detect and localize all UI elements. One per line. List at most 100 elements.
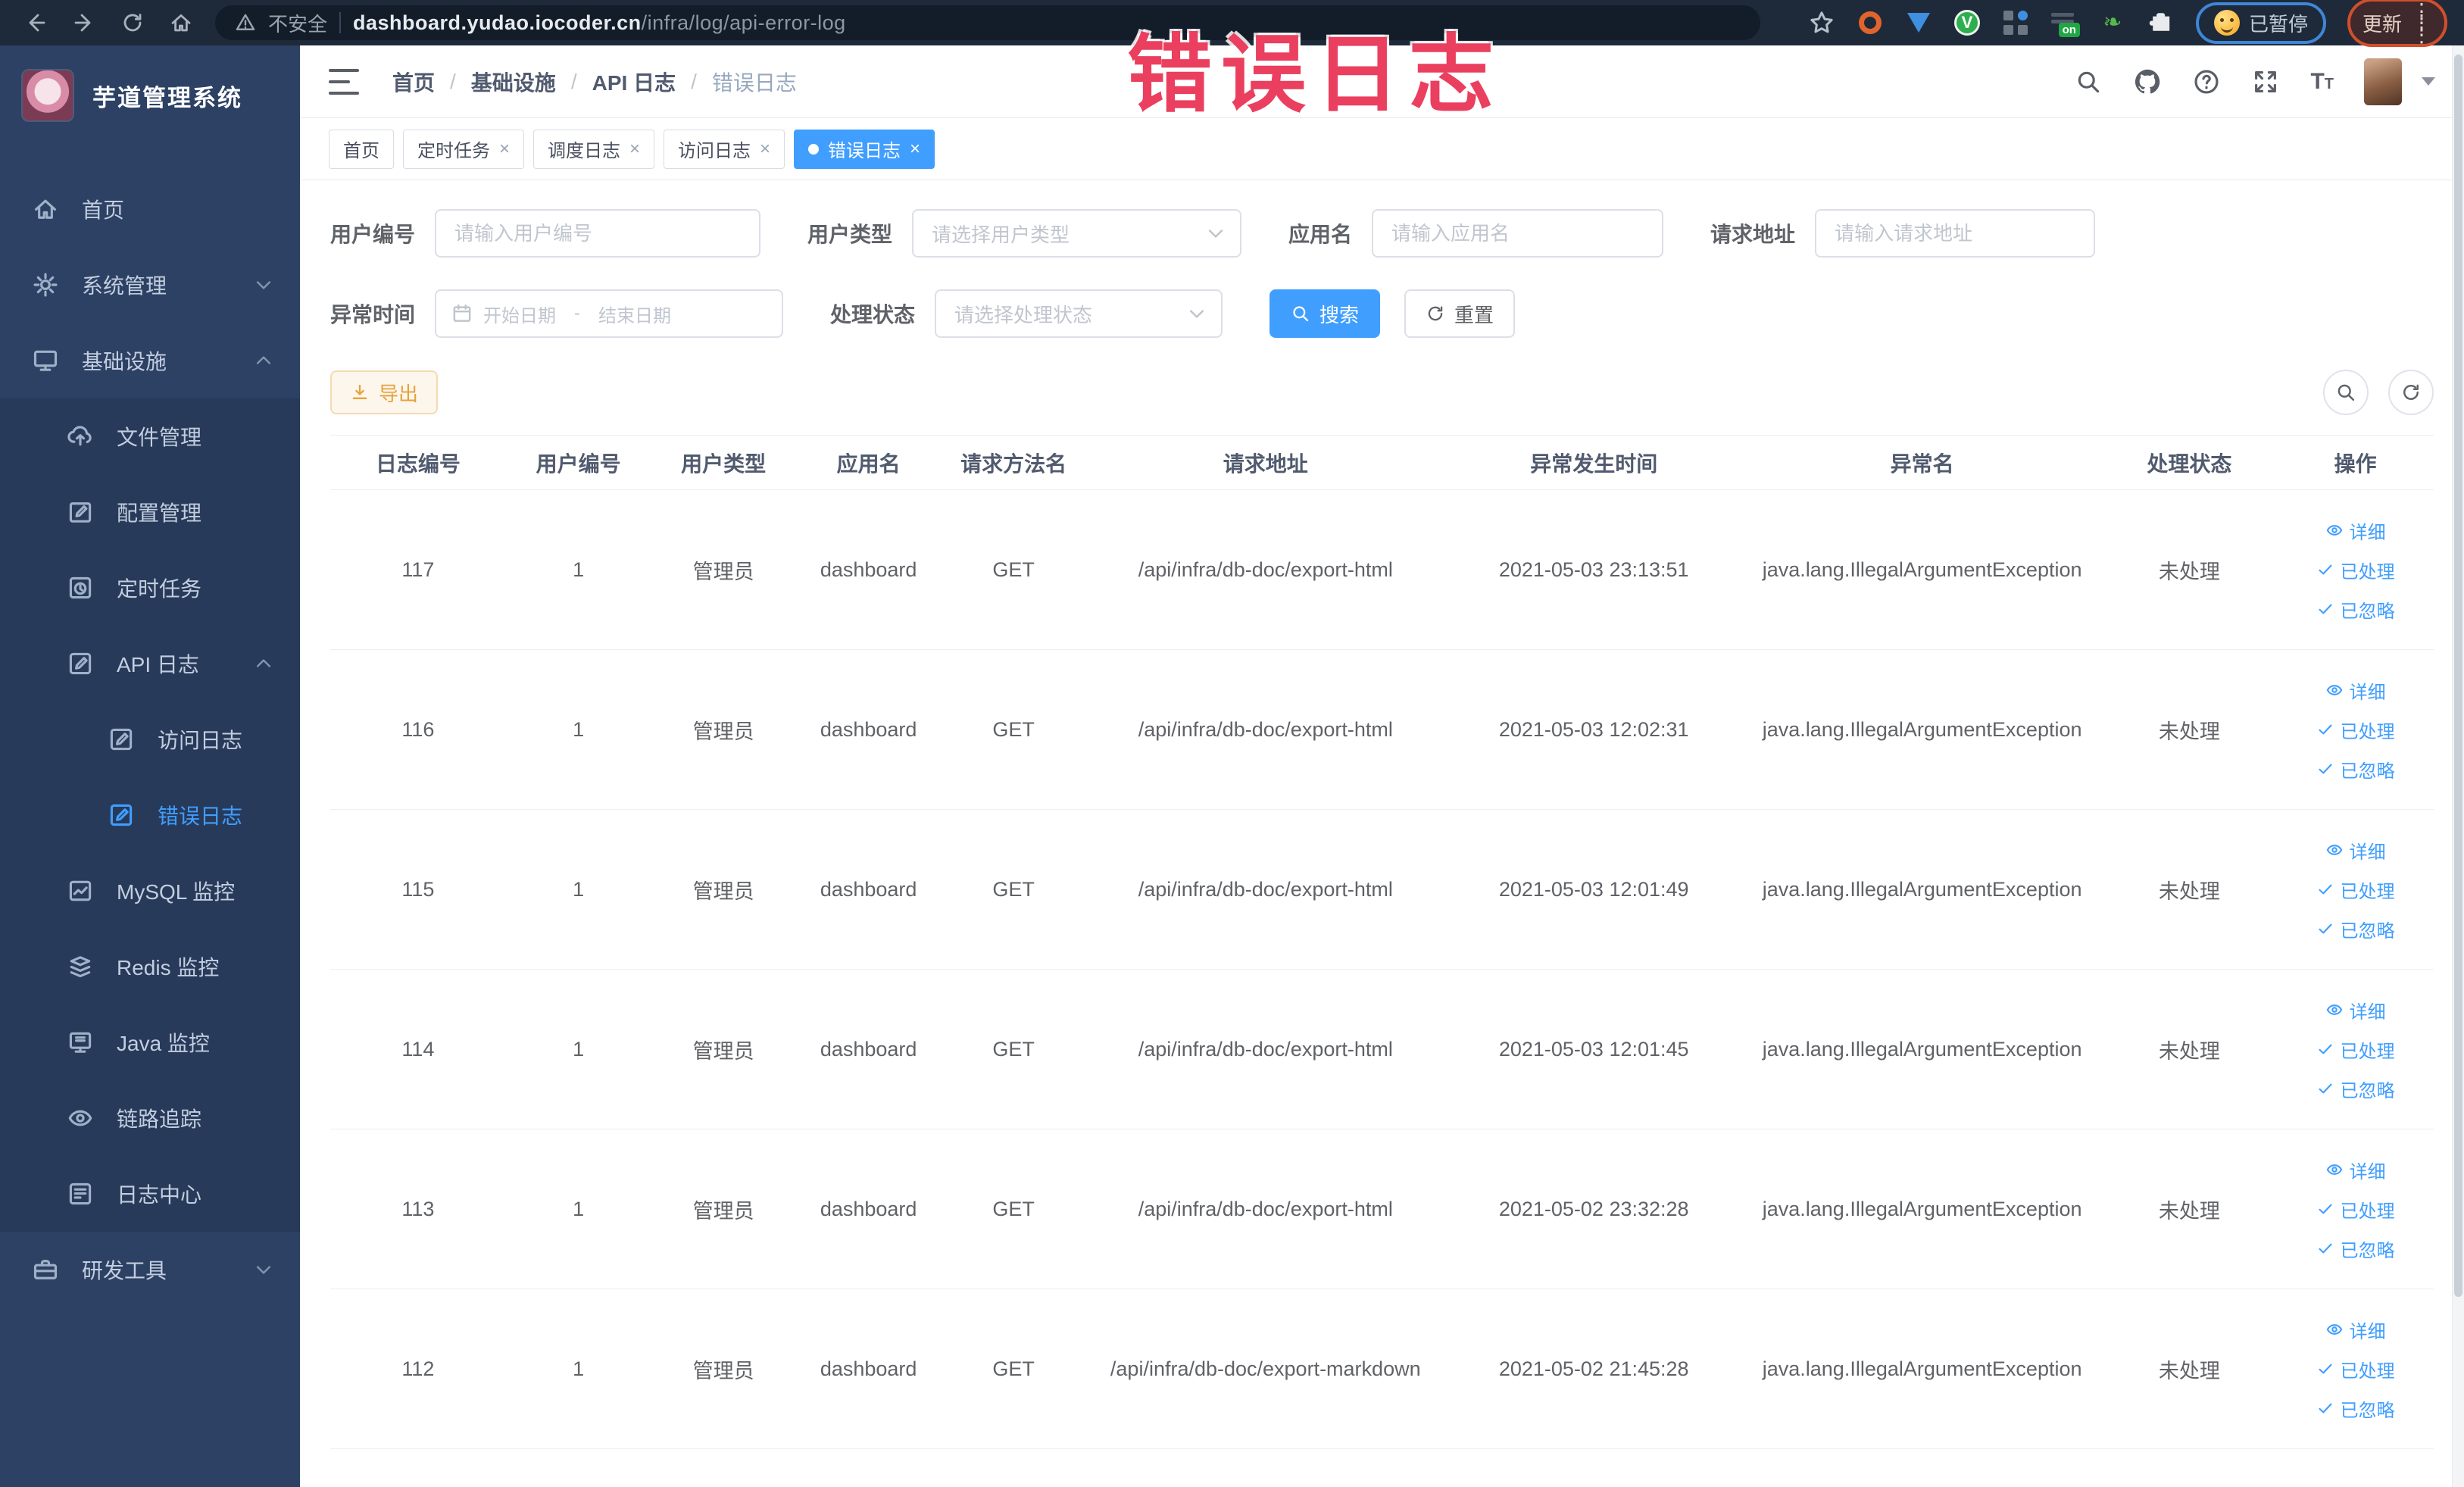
detail-link[interactable]: 详细: [2277, 1150, 2434, 1189]
sidebar-item-system-mgmt[interactable]: 系统管理: [0, 247, 300, 323]
error-log-icon: [108, 801, 135, 829]
fullscreen-icon[interactable]: [2251, 67, 2280, 96]
tab-error-log[interactable]: 错误日志 ×: [794, 129, 935, 169]
detail-link[interactable]: 详细: [2277, 830, 2434, 870]
search-icon[interactable]: [2074, 67, 2103, 96]
processed-link[interactable]: 已处理: [2277, 550, 2434, 589]
page-scrollbar[interactable]: [2452, 45, 2464, 1487]
browser-home-button[interactable]: [159, 5, 203, 41]
cell-exception: java.lang.IllegalArgumentException: [1742, 489, 2102, 650]
detail-link[interactable]: 详细: [2277, 670, 2434, 710]
detail-link[interactable]: 详细: [2277, 1310, 2434, 1349]
processed-link[interactable]: 已处理: [2277, 1349, 2434, 1389]
app-logo-avatar: [23, 70, 73, 120]
gear-icon: [32, 271, 59, 298]
extension-orange-icon[interactable]: [1857, 9, 1884, 36]
processed-link[interactable]: 已处理: [2277, 1029, 2434, 1069]
ignored-link[interactable]: 已忽略: [2277, 909, 2434, 948]
browser-back-button[interactable]: [14, 5, 58, 41]
sidebar-item-access-log[interactable]: 访问日志: [0, 701, 300, 777]
toggle-search-icon[interactable]: [2323, 370, 2369, 415]
tab-job-log[interactable]: 调度日志 ×: [533, 129, 655, 169]
bookmark-star-icon[interactable]: [1808, 9, 1835, 36]
close-tab-icon[interactable]: ×: [910, 139, 920, 158]
user-menu-caret-icon[interactable]: [2422, 77, 2435, 86]
cell-status: 未处理: [2101, 1289, 2278, 1449]
address-bar[interactable]: 不安全 dashboard.yudao.iocoder.cn/infra/log…: [215, 5, 1760, 40]
reset-button[interactable]: 重置: [1404, 289, 1516, 338]
sidebar-item-mysql-monitor[interactable]: MySQL 监控: [0, 853, 300, 929]
close-tab-icon[interactable]: ×: [499, 139, 510, 158]
close-tab-icon[interactable]: ×: [760, 139, 770, 158]
sidebar-item-log-center[interactable]: 日志中心: [0, 1156, 300, 1232]
search-button[interactable]: 搜索: [1269, 289, 1381, 338]
close-tab-icon[interactable]: ×: [629, 139, 640, 158]
detail-link[interactable]: 详细: [2277, 990, 2434, 1029]
breadcrumb-item[interactable]: 首页: [392, 67, 435, 97]
cell-actions: 详细 已处理 已忽略: [2277, 809, 2434, 970]
browser-forward-button[interactable]: [62, 5, 106, 41]
start-date-placeholder: 开始日期: [483, 305, 557, 326]
cell-user-id: 1: [505, 1129, 651, 1289]
browser-menu-icon[interactable]: ⋮ ⋮ ⋮: [2411, 0, 2432, 45]
processed-link[interactable]: 已处理: [2277, 1189, 2434, 1229]
sidebar-toggle-icon[interactable]: [329, 68, 359, 95]
tab-job[interactable]: 定时任务 ×: [403, 129, 525, 169]
sidebar-item-api-log[interactable]: API 日志: [0, 626, 300, 701]
extension-grid-icon[interactable]: [2002, 9, 2029, 36]
export-button[interactable]: 导出: [330, 370, 439, 414]
breadcrumb-current: 错误日志: [711, 70, 797, 95]
sidebar-item-scheduled-jobs[interactable]: 定时任务: [0, 550, 300, 626]
date-range-picker[interactable]: 开始日期 - 结束日期: [435, 289, 784, 338]
process-status-select[interactable]: 请选择处理状态: [935, 289, 1223, 338]
breadcrumb-item[interactable]: API 日志: [592, 67, 676, 97]
breadcrumb-separator: /: [570, 69, 577, 93]
sidebar-item-redis-monitor[interactable]: Redis 监控: [0, 929, 300, 1004]
user-type-select[interactable]: 请选择用户类型: [912, 209, 1242, 258]
browser-update-badge[interactable]: 更新 ⋮ ⋮ ⋮: [2347, 0, 2447, 48]
scrollbar-thumb[interactable]: [2454, 55, 2462, 1297]
ignored-link[interactable]: 已忽略: [2277, 1389, 2434, 1428]
ignored-link[interactable]: 已忽略: [2277, 749, 2434, 789]
github-icon[interactable]: [2133, 67, 2162, 96]
request-url-input[interactable]: [1815, 209, 2096, 258]
sidebar-item-trace[interactable]: 链路追踪: [0, 1080, 300, 1156]
tab-home[interactable]: 首页: [329, 129, 394, 169]
help-icon[interactable]: [2192, 67, 2221, 96]
cell-user-id: 1: [505, 1289, 651, 1449]
paused-badge[interactable]: 已暂停: [2195, 2, 2326, 44]
processed-link[interactable]: 已处理: [2277, 710, 2434, 749]
extension-green-v-icon[interactable]: V: [1953, 9, 1981, 36]
processed-link[interactable]: 已处理: [2277, 870, 2434, 909]
breadcrumb-item[interactable]: 基础设施: [471, 67, 556, 97]
extension-sprout-icon[interactable]: ❧: [2099, 9, 2126, 36]
user-avatar[interactable]: [2364, 58, 2402, 105]
user-type-label: 用户类型: [807, 223, 893, 246]
refresh-icon[interactable]: [2388, 370, 2434, 415]
app-name-input[interactable]: [1372, 209, 1664, 258]
ignored-link[interactable]: 已忽略: [2277, 1069, 2434, 1108]
user-id-label: 用户编号: [330, 223, 416, 246]
sidebar-item-config-mgmt[interactable]: 配置管理: [0, 474, 300, 550]
sidebar-item-java-monitor[interactable]: Java 监控: [0, 1004, 300, 1080]
column-header: 操作: [2277, 435, 2434, 490]
ignored-link[interactable]: 已忽略: [2277, 1229, 2434, 1268]
sidebar-item-dev-tools[interactable]: 研发工具: [0, 1232, 300, 1307]
sidebar-item-error-log[interactable]: 错误日志: [0, 777, 300, 853]
extension-shield-icon[interactable]: [1905, 9, 1932, 36]
detail-link[interactable]: 详细: [2277, 511, 2434, 550]
app-logo-row[interactable]: 芋道管理系统: [0, 45, 300, 145]
browser-reload-button[interactable]: [111, 5, 155, 41]
sidebar-item-file-mgmt[interactable]: 文件管理: [0, 398, 300, 474]
sidebar-item-infrastructure[interactable]: 基础设施: [0, 323, 300, 398]
sidebar-item-home[interactable]: 首页: [0, 171, 300, 247]
extension-on-badge-icon[interactable]: on: [2050, 9, 2080, 37]
extensions-puzzle-icon[interactable]: [2147, 9, 2175, 36]
cell-actions: 详细 已处理 已忽略: [2277, 489, 2434, 650]
font-size-icon[interactable]: TT: [2310, 69, 2334, 95]
security-warning-icon[interactable]: [235, 12, 256, 33]
ignored-link[interactable]: 已忽略: [2277, 589, 2434, 629]
tab-access-log[interactable]: 访问日志 ×: [664, 129, 785, 169]
user-id-input[interactable]: [435, 209, 761, 258]
table-row: 116 1 管理员 dashboard GET/api/infra/db-doc/exp…: [330, 649, 2434, 810]
